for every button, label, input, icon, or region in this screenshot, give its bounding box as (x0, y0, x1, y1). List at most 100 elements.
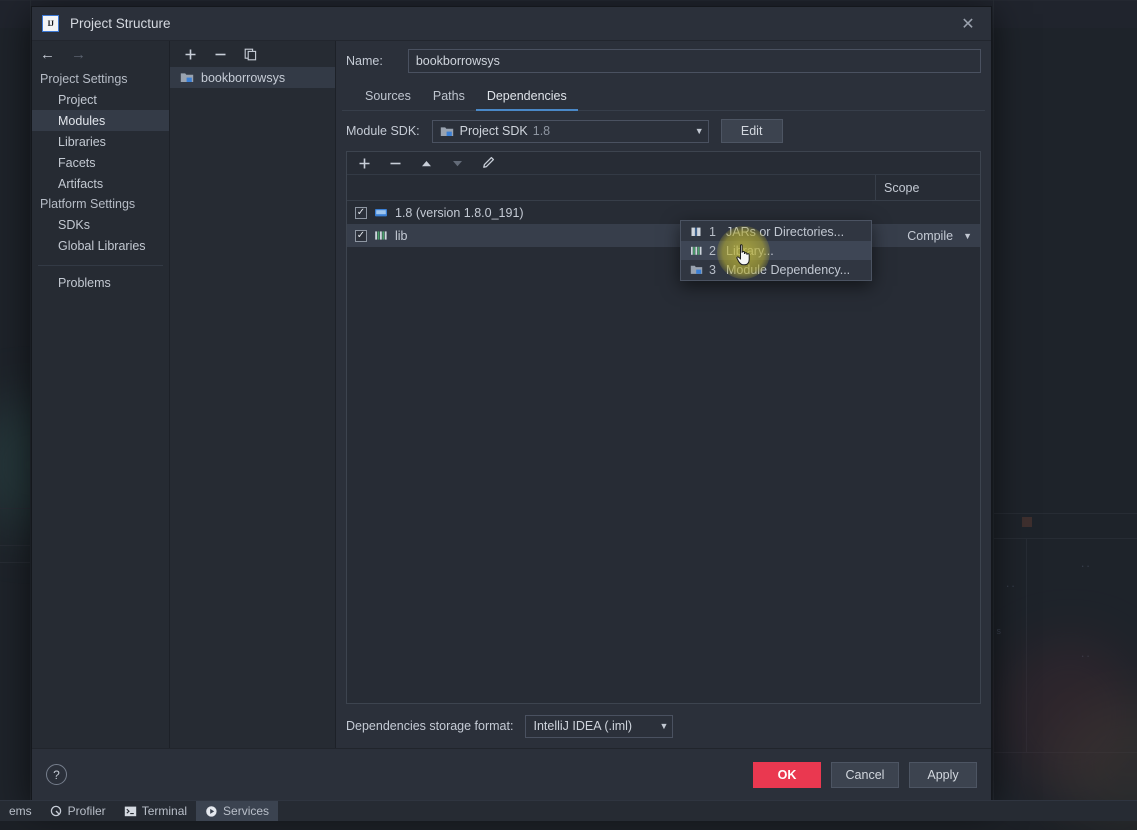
dialog-title: Project Structure (70, 16, 171, 31)
statusbar-label: Terminal (142, 804, 187, 818)
statusbar-item-services[interactable]: Services (196, 801, 278, 821)
detail-tabs: Sources Paths Dependencies (342, 81, 985, 111)
row-checkbox[interactable]: ✓ (355, 230, 367, 242)
menu-item-number: 2 (709, 244, 720, 258)
storage-format-select[interactable]: IntelliJ IDEA (.iml) ▼ (525, 715, 673, 738)
menu-item-module-dependency[interactable]: 3 Module Dependency... (681, 260, 871, 279)
apply-button[interactable]: Apply (909, 762, 977, 788)
copy-icon[interactable] (242, 46, 258, 62)
arrow-left-icon[interactable]: ← (40, 47, 55, 62)
bg-divider (0, 545, 32, 546)
terminal-icon (124, 805, 137, 818)
ide-statusbar: ems Profiler Terminal Services (0, 800, 1137, 821)
statusbar-item-problems[interactable]: ems (0, 801, 41, 821)
storage-format-row: Dependencies storage format: IntelliJ ID… (342, 704, 985, 748)
menu-item-label: JARs or Directories... (726, 225, 844, 239)
module-name-input[interactable] (408, 49, 981, 73)
statusbar-item-profiler[interactable]: Profiler (41, 801, 115, 821)
module-sdk-select[interactable]: Project SDK 1.8 ▼ (432, 120, 709, 143)
row-scope[interactable] (875, 201, 980, 224)
nav-group-platform-settings: Platform Settings (32, 194, 169, 214)
cancel-button[interactable]: Cancel (831, 762, 899, 788)
modules-toolbar (170, 41, 335, 67)
pencil-icon[interactable] (480, 155, 496, 171)
chevron-down-icon: ▼ (963, 231, 972, 241)
statusbar-item-terminal[interactable]: Terminal (115, 801, 196, 821)
bg-divider (0, 562, 32, 563)
menu-item-number: 1 (709, 225, 720, 239)
minus-icon[interactable] (387, 155, 403, 171)
sidebar-item-modules[interactable]: Modules (32, 110, 169, 131)
tab-sources[interactable]: Sources (354, 89, 422, 111)
list-item[interactable]: bookborrowsys (170, 67, 335, 88)
storage-format-label: Dependencies storage format: (346, 719, 513, 733)
plus-icon[interactable] (356, 155, 372, 171)
menu-item-library[interactable]: 2 Library... (681, 241, 871, 260)
name-label: Name: (346, 54, 383, 68)
edit-sdk-button[interactable]: Edit (721, 119, 783, 143)
table-row[interactable]: ✓ 1.8 (version 1.8.0_191) (347, 201, 980, 224)
bg-divider (993, 538, 1137, 539)
project-structure-dialog: IJ Project Structure ✕ ← → Project Setti… (31, 6, 992, 801)
chevron-down-icon: ▼ (650, 721, 669, 731)
menu-item-number: 3 (709, 263, 720, 277)
help-button[interactable]: ? (46, 764, 67, 785)
dependencies-table: Scope ✓ 1.8 (version 1.8.0_191) (347, 175, 980, 703)
modules-list-panel: bookborrowsys (170, 41, 336, 748)
ok-button[interactable]: OK (753, 762, 821, 788)
dependencies-toolbar (347, 152, 980, 175)
column-header-scope: Scope (875, 175, 980, 200)
close-icon[interactable]: ✕ (945, 7, 991, 40)
sidebar-item-artifacts[interactable]: Artifacts (32, 173, 169, 194)
tab-paths[interactable]: Paths (422, 89, 476, 111)
sidebar-item-project[interactable]: Project (32, 89, 169, 110)
module-name: bookborrowsys (201, 71, 285, 85)
statusbar-label: Services (223, 804, 269, 818)
library-icon (374, 229, 388, 242)
sidebar-item-libraries[interactable]: Libraries (32, 131, 169, 152)
sidebar-item-global-libraries[interactable]: Global Libraries (32, 235, 169, 256)
module-sdk-version: 1.8 (533, 124, 550, 138)
bg-marker (1022, 517, 1032, 527)
chevron-down-icon: ▼ (685, 126, 704, 136)
tab-dependencies[interactable]: Dependencies (476, 89, 578, 111)
plus-icon[interactable] (182, 46, 198, 62)
arrow-up-icon[interactable] (418, 155, 434, 171)
module-icon (180, 71, 194, 84)
table-row[interactable]: ✓ lib (347, 224, 980, 247)
profiler-icon (50, 805, 63, 818)
settings-nav-panel: ← → Project Settings Project Modules Lib… (32, 41, 170, 748)
statusbar-label: Profiler (68, 804, 106, 818)
name-row: Name: (342, 41, 985, 81)
dependencies-table-area: Scope ✓ 1.8 (version 1.8.0_191) (346, 151, 981, 704)
menu-item-jars-or-directories[interactable]: 1 JARs or Directories... (681, 222, 871, 241)
row-label: 1.8 (version 1.8.0_191) (395, 206, 524, 220)
row-scope-value: Compile (907, 229, 953, 243)
module-sdk-label: Module SDK: (346, 124, 420, 138)
sidebar-item-facets[interactable]: Facets (32, 152, 169, 173)
row-checkbox[interactable]: ✓ (355, 207, 367, 219)
dialog-titlebar: IJ Project Structure ✕ (32, 7, 991, 41)
nav-divider (38, 265, 163, 266)
add-dependency-popup-menu[interactable]: 1 JARs or Directories... 2 Li (680, 220, 872, 281)
sidebar-item-sdks[interactable]: SDKs (32, 214, 169, 235)
storage-format-value: IntelliJ IDEA (.iml) (533, 719, 632, 733)
menu-item-label: Library... (726, 244, 774, 258)
bg-divider (0, 508, 32, 509)
menu-item-label: Module Dependency... (726, 263, 850, 277)
module-icon (690, 264, 703, 276)
row-scope[interactable]: Compile ▼ (875, 224, 980, 247)
table-header-row: Scope (347, 175, 980, 201)
sidebar-item-problems[interactable]: Problems (32, 272, 169, 293)
minus-icon[interactable] (212, 46, 228, 62)
arrow-right-icon[interactable]: → (71, 47, 86, 62)
arrow-down-icon[interactable] (449, 155, 465, 171)
bg-divider (993, 0, 994, 800)
services-icon (205, 805, 218, 818)
row-label: lib (395, 229, 408, 243)
sdk-folder-icon (440, 125, 454, 138)
intellij-logo-icon: IJ (42, 15, 59, 32)
dialog-body: ← → Project Settings Project Modules Lib… (32, 41, 991, 748)
jar-icon (690, 226, 703, 238)
module-detail-pane: Name: Sources Paths Dependencies Module … (336, 41, 991, 748)
